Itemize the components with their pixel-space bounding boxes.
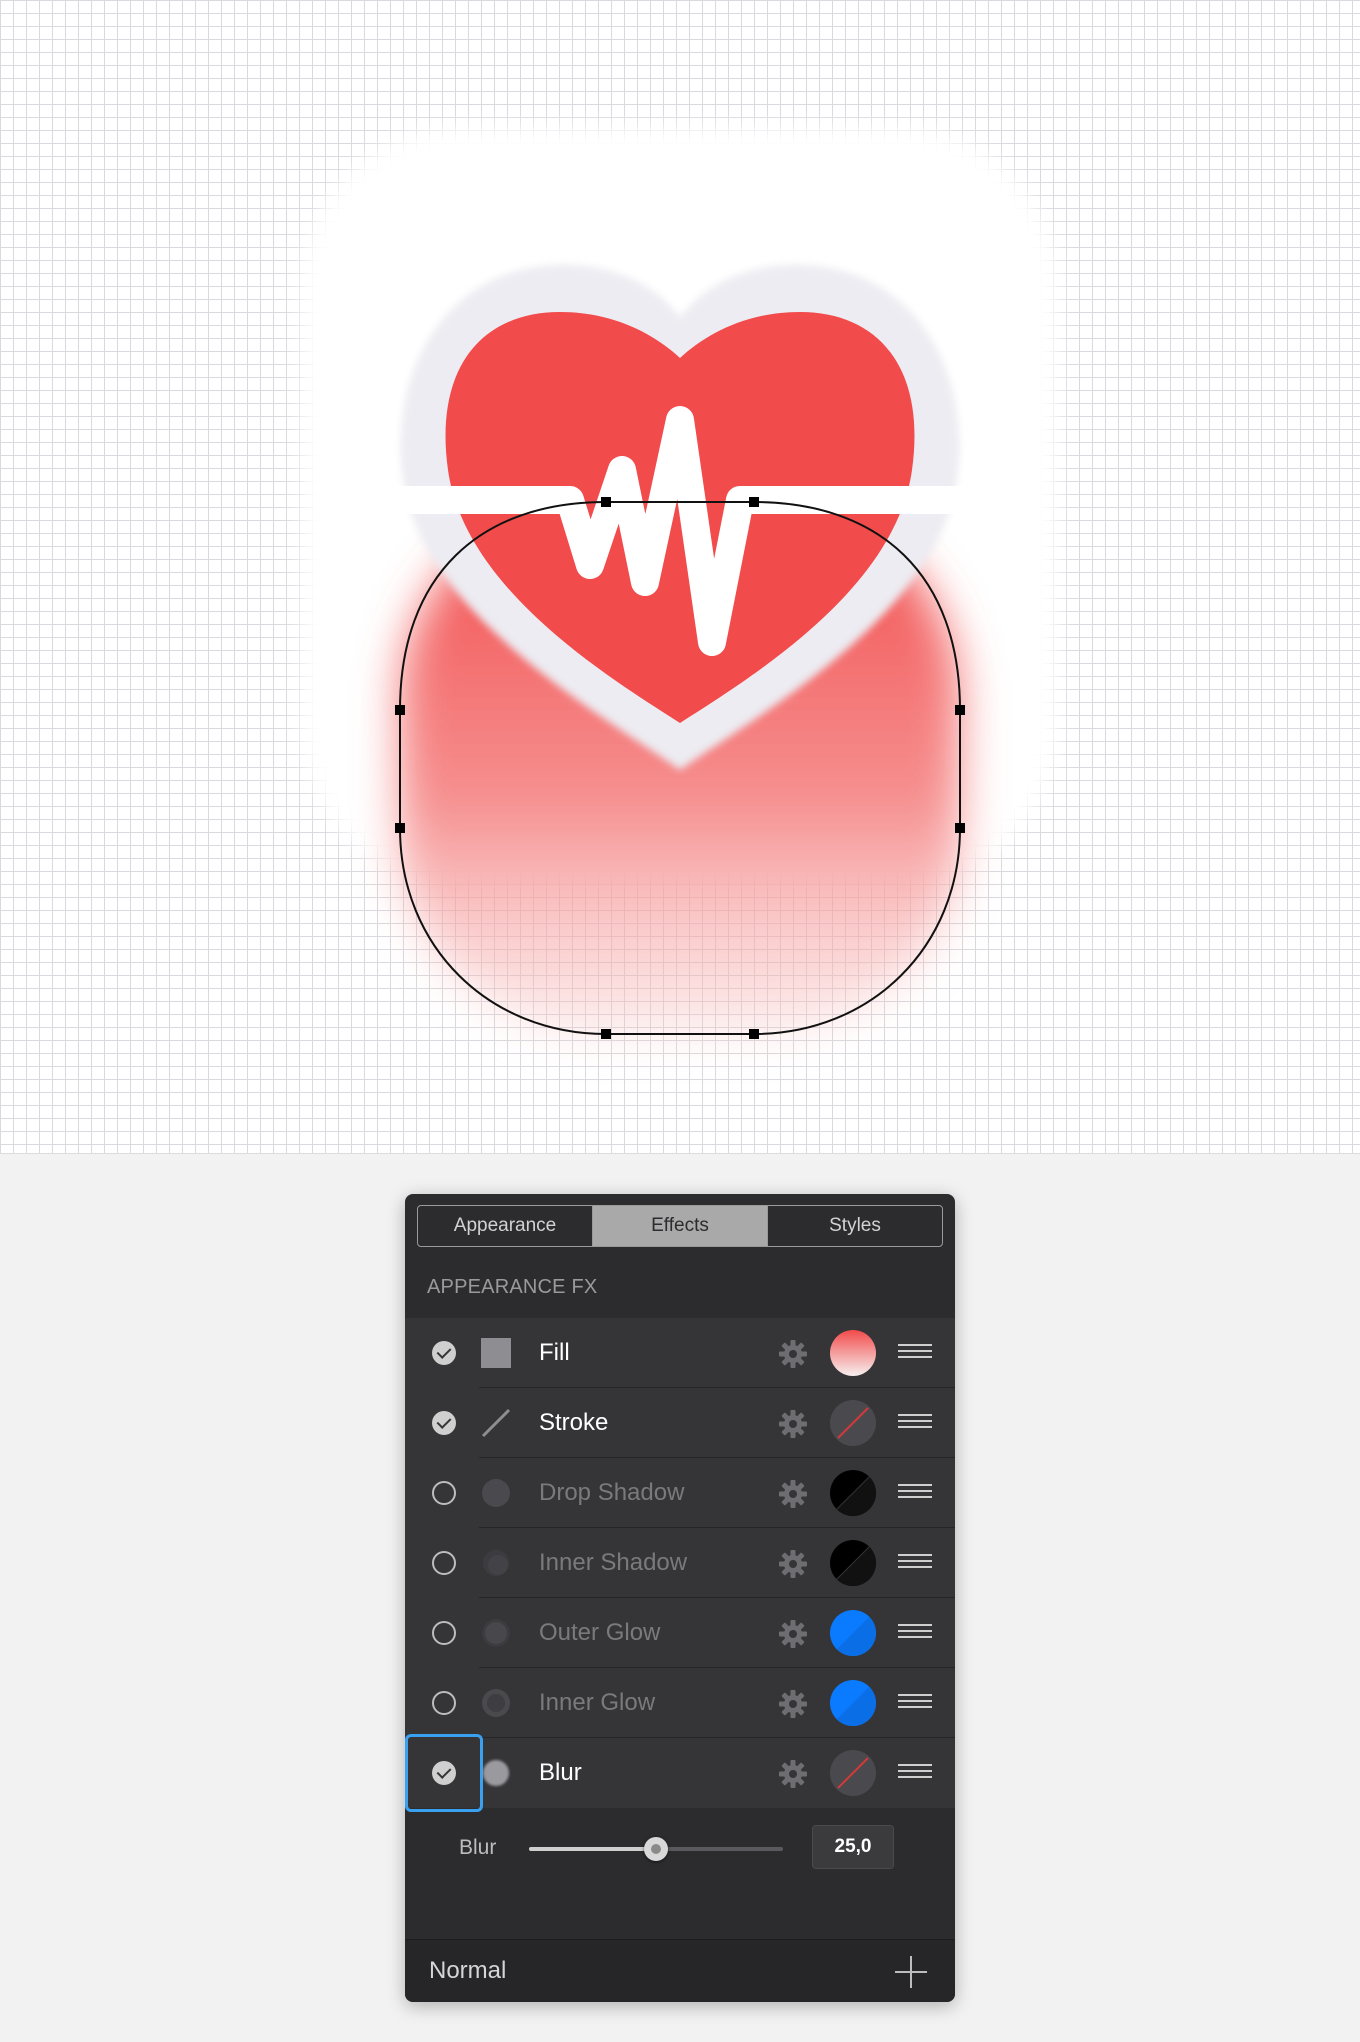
drag-handle-icon[interactable] [898,1624,932,1642]
enable-checkbox[interactable] [432,1761,456,1785]
color-swatch[interactable] [830,1610,876,1656]
effect-row-fill[interactable]: Fill [405,1318,955,1388]
enable-checkbox[interactable] [432,1621,456,1645]
effect-row-blur[interactable]: Blur [405,1734,955,1812]
gear-icon[interactable] [777,1548,809,1580]
anchor-point [601,1029,611,1039]
effect-row-inner-glow[interactable]: Inner Glow [405,1668,955,1738]
drag-handle-icon[interactable] [898,1694,932,1712]
section-header: APPEARANCE FX [427,1275,598,1298]
effect-label: Fill [539,1339,570,1366]
outer-glow-icon [481,1618,511,1648]
blur-control-row: Blur 25,0 [405,1804,955,1892]
tab-effects[interactable]: Effects [593,1206,768,1246]
drag-handle-icon[interactable] [898,1414,932,1432]
drop-shadow-icon [481,1478,511,1508]
effect-label: Outer Glow [539,1619,661,1646]
gear-icon[interactable] [777,1618,809,1650]
panel-footer: Normal [405,1939,955,2002]
tab-appearance[interactable]: Appearance [418,1206,593,1246]
gear-icon[interactable] [777,1758,809,1790]
enable-checkbox[interactable] [432,1551,456,1575]
anchor-point [395,705,405,715]
enable-checkbox[interactable] [432,1481,456,1505]
slider-fill [529,1847,656,1851]
drag-handle-icon[interactable] [898,1344,932,1362]
effect-row-drop-shadow[interactable]: Drop Shadow [405,1458,955,1528]
effect-label: Inner Glow [539,1689,656,1716]
enable-checkbox[interactable] [432,1411,456,1435]
effects-list: Fill Stroke Drop Shadow Inner Shadow Out… [405,1318,955,1812]
gear-icon[interactable] [777,1688,809,1720]
effect-label: Inner Shadow [539,1549,688,1576]
effect-label: Drop Shadow [539,1479,685,1506]
color-swatch[interactable] [830,1540,876,1586]
enable-checkbox[interactable] [432,1341,456,1365]
stroke-line-icon [481,1408,511,1438]
fill-square-icon [481,1338,511,1368]
color-swatch[interactable] [830,1330,876,1376]
effect-row-outer-glow[interactable]: Outer Glow [405,1598,955,1668]
panel-tabs: Appearance Effects Styles [417,1205,943,1247]
effect-label: Blur [539,1759,582,1786]
effect-row-stroke[interactable]: Stroke [405,1388,955,1458]
anchor-point [955,823,965,833]
color-swatch[interactable] [830,1680,876,1726]
effect-row-inner-shadow[interactable]: Inner Shadow [405,1528,955,1598]
inner-shadow-icon [481,1548,511,1578]
anchor-point [749,1029,759,1039]
effect-label: Stroke [539,1409,609,1436]
gear-icon[interactable] [777,1478,809,1510]
add-effect-button[interactable] [895,1956,927,1988]
color-swatch[interactable] [830,1750,876,1796]
appearance-panel: Appearance Effects Styles APPEARANCE FX … [405,1194,955,2002]
anchor-point [395,823,405,833]
gear-icon[interactable] [777,1338,809,1370]
drag-handle-icon[interactable] [898,1554,932,1572]
tab-styles[interactable]: Styles [768,1206,942,1246]
drag-handle-icon[interactable] [898,1764,932,1782]
color-swatch[interactable] [830,1470,876,1516]
inner-glow-icon [481,1688,511,1718]
slider-knob[interactable] [644,1837,668,1861]
gear-icon[interactable] [777,1408,809,1440]
enable-checkbox[interactable] [432,1691,456,1715]
color-swatch[interactable] [830,1400,876,1446]
drag-handle-icon[interactable] [898,1484,932,1502]
anchor-point [749,497,759,507]
anchor-point [601,497,611,507]
blur-icon [481,1758,511,1788]
artwork [302,128,1057,1039]
anchor-point [955,705,965,715]
blend-mode-select[interactable]: Normal [429,1940,506,2002]
artboard-canvas[interactable] [0,0,1360,1154]
blur-value-field[interactable]: 25,0 [812,1825,894,1869]
blur-slider[interactable] [529,1837,783,1861]
blur-label: Blur [459,1836,497,1859]
